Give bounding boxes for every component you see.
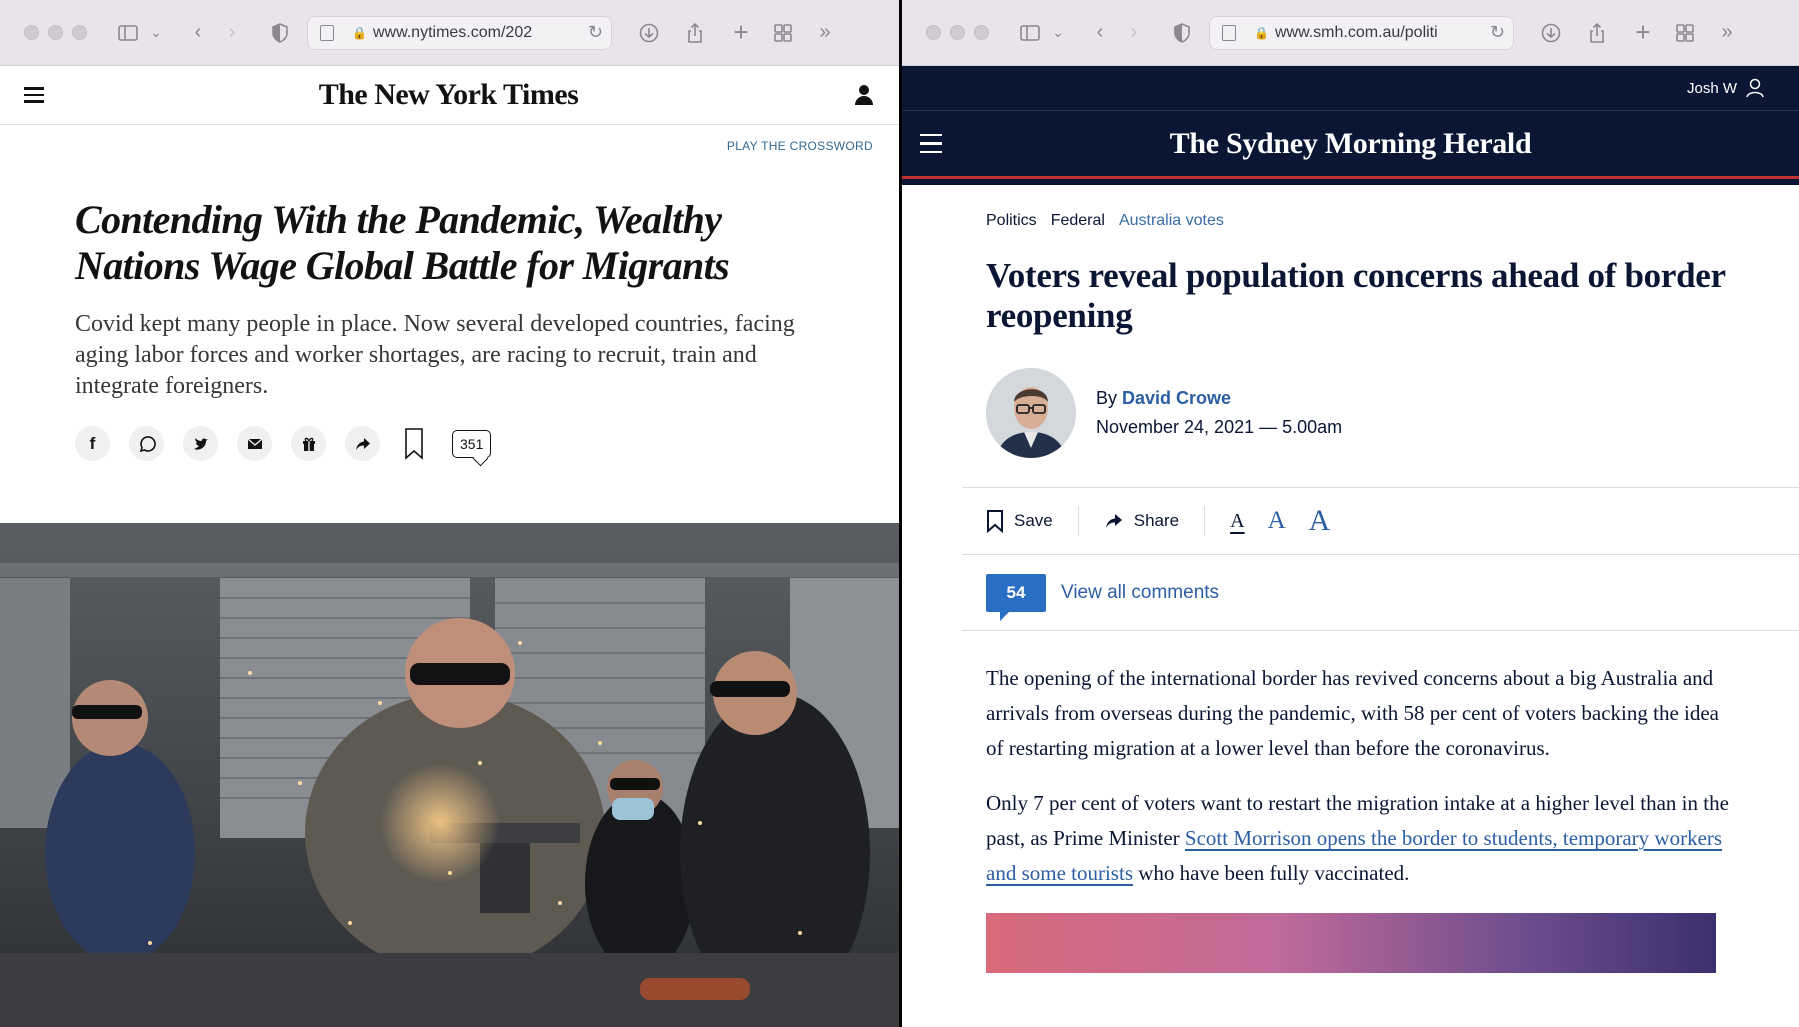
address-bar[interactable]: 🔒 www.smh.com.au/politi ↻ [1209,15,1514,50]
byline-text: By David Crowe November 24, 2021 — 5.00a… [1096,384,1342,442]
more-chevrons-icon[interactable]: » [1710,16,1744,50]
save-button[interactable]: Save [986,509,1078,533]
forward-icon[interactable]: › [215,16,249,50]
whatsapp-icon[interactable] [129,426,164,461]
sidebar-icon[interactable] [111,16,145,50]
url-text: www.smh.com.au/politi [1274,23,1438,41]
share-icon[interactable] [678,16,712,50]
chevron-down-icon[interactable]: ⌄ [145,16,167,50]
menu-icon[interactable] [24,87,44,103]
paragraph: The opening of the international border … [986,666,1720,760]
paragraph-text: who have been fully vaccinated. [1133,861,1410,885]
back-icon[interactable]: ‹ [181,16,215,50]
zoom-window-button[interactable] [974,25,989,40]
author-avatar[interactable] [986,368,1076,458]
crossword-link[interactable]: PLAY THE CROSSWORD [0,125,899,153]
font-size-large-button[interactable]: A [1309,504,1331,538]
tab-overview-icon[interactable] [1668,16,1702,50]
chevron-down-icon[interactable]: ⌄ [1047,16,1069,50]
more-chevrons-icon[interactable]: » [808,16,842,50]
nyt-logo[interactable]: The New York Times [319,78,579,112]
reload-icon[interactable]: ↻ [588,22,603,43]
divider [1204,506,1206,536]
view-all-comments-link[interactable]: View all comments [1061,582,1219,604]
share-tools: f 351 [0,402,899,461]
sidebar-icon[interactable] [1013,16,1047,50]
twitter-icon[interactable] [183,426,218,461]
article-headline: Voters reveal population concerns ahead … [986,256,1726,335]
tab-overview-icon[interactable] [766,16,800,50]
font-size-small-button[interactable]: A [1230,510,1244,533]
share-icon[interactable] [1580,16,1614,50]
welding-workshop-image [0,523,899,1027]
publish-date: November 24, 2021 — 5.00am [1096,417,1343,437]
breadcrumb: Politics Federal Australia votes [986,185,1741,230]
smh-account-bar: Josh W [902,66,1799,111]
share-label: Share [1133,511,1180,530]
article-headline: Contending With the Pandemic, Wealthy Na… [75,197,730,288]
breadcrumb-australia-votes[interactable]: Australia votes [1119,212,1224,230]
new-tab-icon[interactable]: + [724,16,758,50]
article-image [986,913,1716,973]
window-controls [926,25,989,40]
nyt-browser-window: ⌄ ‹ › 🔒 www.nytimes.com/202 ↻ + » The Ne… [0,0,899,1027]
comments-count-button[interactable]: 351 [452,429,492,458]
share-arrow-icon[interactable] [345,426,380,461]
page-icon [320,24,334,41]
gift-icon[interactable] [291,426,326,461]
breadcrumb-federal[interactable]: Federal [1051,212,1105,230]
article-summary: Covid kept many people in place. Now sev… [75,311,795,399]
downloads-icon[interactable] [1534,16,1568,50]
article-tools: Save Share A A A [962,487,1799,555]
comments-row: 54 View all comments [962,555,1799,631]
close-window-button[interactable] [24,25,39,40]
byline: By David Crowe November 24, 2021 — 5.00a… [986,336,1741,458]
lock-icon: 🔒 [1254,25,1269,40]
comment-count-badge[interactable]: 54 [986,573,1046,621]
address-bar[interactable]: 🔒 www.nytimes.com/202 ↻ [307,15,612,50]
user-name[interactable]: Josh W [1687,80,1737,97]
smh-navbar: The Sydney Morning Herald [902,111,1799,179]
forward-icon[interactable]: › [1117,16,1151,50]
minimize-window-button[interactable] [950,25,965,40]
facebook-icon[interactable]: f [75,426,110,461]
byline-prefix: By [1096,388,1118,408]
smh-browser-window: ⌄ ‹ › 🔒 www.smh.com.au/politi ↻ + » Josh… [902,0,1799,1027]
back-icon[interactable]: ‹ [1083,16,1117,50]
lock-icon: 🔒 [352,25,367,40]
url-text: www.nytimes.com/202 [372,23,533,41]
save-label: Save [1014,511,1053,530]
downloads-icon[interactable] [632,16,666,50]
menu-icon[interactable] [920,133,942,154]
minimize-window-button[interactable] [48,25,63,40]
font-size-medium-button[interactable]: A [1268,507,1286,535]
zoom-window-button[interactable] [72,25,87,40]
safari-toolbar: ⌄ ‹ › 🔒 www.nytimes.com/202 ↻ + » [0,0,899,66]
share-arrow-icon [1105,514,1122,528]
account-icon[interactable] [853,84,875,106]
share-button[interactable]: Share [1104,511,1204,531]
close-window-button[interactable] [926,25,941,40]
new-tab-icon[interactable]: + [1626,16,1660,50]
privacy-shield-icon[interactable] [1165,16,1199,50]
safari-toolbar: ⌄ ‹ › 🔒 www.smh.com.au/politi ↻ + » [902,0,1799,66]
page-icon [1222,24,1236,41]
comments-count: 351 [460,435,484,452]
article-photo [0,523,899,1027]
privacy-shield-icon[interactable] [263,16,297,50]
bookmark-icon[interactable] [403,427,425,461]
article-content: Politics Federal Australia votes Voters … [902,185,1799,973]
divider [1077,506,1079,536]
email-icon[interactable] [237,426,272,461]
nyt-header: The New York Times [0,66,899,125]
user-icon[interactable] [1745,78,1765,98]
paragraph: Only 7 per cent of voters want to restar… [986,786,1741,891]
bookmark-icon [987,510,1003,533]
window-controls [24,25,87,40]
article-body: The opening of the international border … [986,661,1741,973]
author-link[interactable]: David Crowe [1122,388,1231,408]
reload-icon[interactable]: ↻ [1490,22,1505,43]
breadcrumb-politics[interactable]: Politics [986,212,1037,230]
smh-logo[interactable]: The Sydney Morning Herald [1170,127,1532,161]
